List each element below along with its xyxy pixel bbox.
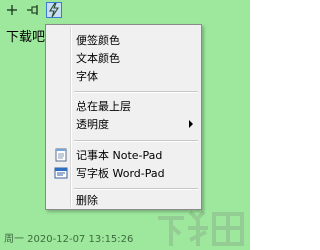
- menu-item-notepad[interactable]: 记事本 Note-Pad: [48, 146, 199, 164]
- menu-item-label: 删除: [76, 194, 98, 207]
- lightning-icon: [49, 3, 60, 17]
- menu-separator: [74, 140, 198, 142]
- watermark-logo: [158, 210, 244, 246]
- context-menu: 便签颜色 文本颜色 字体 总在最上层 透明度 记事本 Note-Pad 写字板 …: [45, 24, 202, 210]
- menu-item-note-color[interactable]: 便签颜色: [48, 31, 199, 49]
- menu-item-delete[interactable]: 删除: [48, 191, 199, 209]
- note-text[interactable]: 下载吧: [6, 26, 45, 45]
- menu-item-font[interactable]: 字体: [48, 67, 199, 85]
- menu-item-wordpad[interactable]: 写字板 Word-Pad: [48, 164, 199, 182]
- wordpad-icon: [54, 167, 68, 179]
- pin-button[interactable]: [25, 2, 41, 18]
- notepad-icon: [55, 148, 67, 162]
- new-note-button[interactable]: [4, 2, 20, 18]
- menu-item-label: 文本颜色: [76, 52, 120, 65]
- note-timestamp: 周一 2020-12-07 13:15:26: [4, 234, 134, 245]
- menu-item-label: 透明度: [76, 118, 109, 131]
- menu-separator: [74, 91, 198, 93]
- note-toolbar: [0, 0, 250, 21]
- menu-item-text-color[interactable]: 文本颜色: [48, 49, 199, 67]
- menu-item-always-on-top[interactable]: 总在最上层: [48, 97, 199, 115]
- menu-item-transparency[interactable]: 透明度: [48, 115, 199, 133]
- plus-icon: [7, 5, 17, 15]
- submenu-arrow-icon: [189, 120, 193, 128]
- menu-item-label: 便签颜色: [76, 34, 120, 47]
- pin-icon: [27, 5, 38, 15]
- menu-separator: [74, 188, 198, 190]
- menu-item-label: 写字板 Word-Pad: [76, 167, 165, 180]
- menu-button[interactable]: [46, 2, 62, 18]
- menu-item-label: 字体: [76, 70, 98, 83]
- menu-item-label: 总在最上层: [76, 100, 131, 113]
- menu-item-label: 记事本 Note-Pad: [76, 149, 163, 162]
